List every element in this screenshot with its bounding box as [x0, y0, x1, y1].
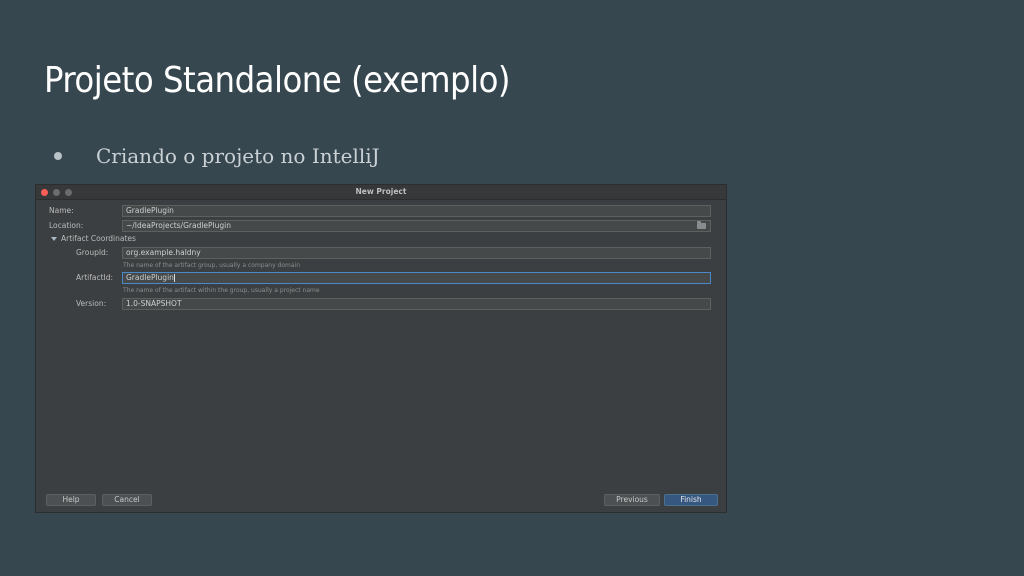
artifactid-label: ArtifactId:	[76, 273, 114, 282]
groupid-input-value: org.example.haldny	[126, 248, 201, 257]
groupid-input[interactable]: org.example.haldny	[122, 247, 711, 259]
text-caret	[173, 274, 175, 282]
collapse-triangle-icon[interactable]	[51, 237, 57, 241]
artifact-coordinates-toggle[interactable]: Artifact Coordinates	[61, 234, 136, 244]
bullet-text: Criando o projeto no IntelliJ	[96, 144, 380, 168]
artifactid-hint: The name of the artifact within the grou…	[123, 287, 320, 294]
version-input-value: 1.0-SNAPSHOT	[126, 299, 182, 308]
new-project-dialog: New Project Name: GradlePlugin Location:…	[36, 185, 726, 512]
browse-folder-icon[interactable]	[697, 221, 706, 229]
name-input-value: GradlePlugin	[126, 206, 174, 215]
groupid-hint: The name of the artifact group, usually …	[123, 262, 300, 269]
slide-title: Projeto Standalone (exemplo)	[44, 60, 511, 101]
previous-button[interactable]: Previous	[604, 494, 660, 506]
help-button[interactable]: Help	[46, 494, 96, 506]
groupid-label: GroupId:	[76, 248, 109, 257]
artifactid-input-value: GradlePlugin	[126, 273, 174, 282]
cancel-button[interactable]: Cancel	[102, 494, 152, 506]
location-label: Location:	[49, 221, 84, 230]
dialog-titlebar: New Project	[36, 185, 726, 200]
bullet-item: Criando o projeto no IntelliJ	[54, 140, 380, 172]
location-input-value: ~/IdeaProjects/GradlePlugin	[126, 221, 231, 230]
version-label: Version:	[76, 299, 107, 308]
finish-button[interactable]: Finish	[664, 494, 718, 506]
bullet-dot-icon	[54, 152, 62, 160]
location-input[interactable]: ~/IdeaProjects/GradlePlugin	[122, 220, 711, 232]
artifactid-input[interactable]: GradlePlugin	[122, 272, 711, 284]
name-input[interactable]: GradlePlugin	[122, 205, 711, 217]
name-label: Name:	[49, 206, 74, 215]
dialog-title: New Project	[355, 187, 407, 196]
version-input[interactable]: 1.0-SNAPSHOT	[122, 298, 711, 310]
